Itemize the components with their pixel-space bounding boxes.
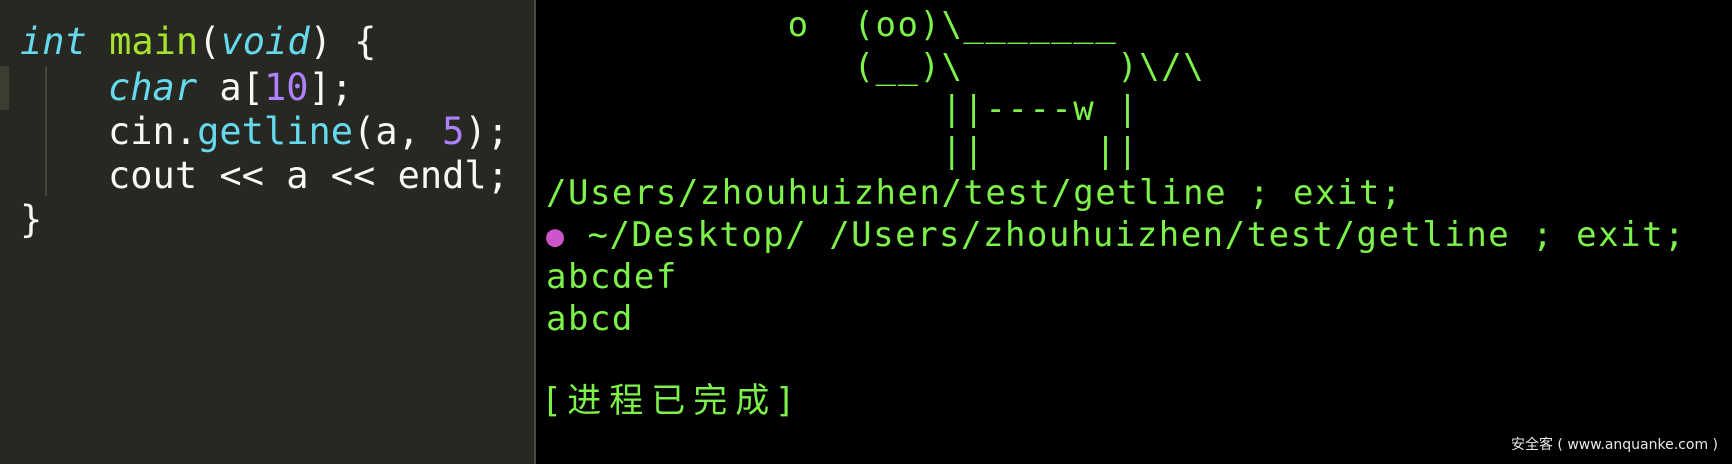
cowsay-art-line-1: o (oo)\_______ (546, 5, 1118, 45)
code-line-5: } (20, 198, 42, 242)
watermark-text: 安全客 ( www.anquanke.com ) (1510, 437, 1718, 453)
number-10: 10 (263, 66, 309, 109)
array-decl-start: a[ (197, 66, 264, 109)
keyword-int: int (20, 20, 87, 63)
terminal-prompt-line: ● ~/Desktop/ /Users/zhouhuizhen/test/get… (546, 214, 1686, 256)
cin-object: cin. (108, 110, 198, 153)
args-end: ); (464, 110, 509, 153)
code-line-4: cout << a << endl; (108, 154, 509, 198)
cout-statement: cout << a << endl; (108, 154, 509, 197)
terminal-command-line: /Users/zhouhuizhen/test/getline ; exit; (546, 173, 1403, 213)
code-line-1: int main(void) { (20, 20, 376, 64)
number-5: 5 (442, 110, 465, 153)
apple-icon: ● (546, 219, 566, 254)
current-line-marker (0, 66, 9, 110)
cowsay-art-line-3: ||----w | (546, 89, 1140, 129)
prompt-text: ~/Desktop/ /Users/zhouhuizhen/test/getli… (565, 215, 1687, 255)
terminal-pane[interactable]: o (oo)\_______ (__)\ )\/\ ||----w | || |… (536, 0, 1732, 464)
array-decl-end: ]; (308, 66, 354, 109)
code-editor-pane[interactable]: int main(void) { char a[10]; cin.getline… (0, 0, 534, 464)
keyword-void: void (220, 20, 310, 63)
closing-brace: } (20, 198, 43, 241)
getline-method: getline (197, 110, 354, 153)
indent-guide (45, 66, 47, 196)
function-name-main: main (109, 20, 199, 63)
keyword-char: char (108, 66, 198, 109)
cowsay-art-line-4: || || (546, 131, 1140, 171)
terminal-output-line: abcd (546, 299, 634, 339)
paren-close-brace: ) { (309, 20, 377, 63)
args-start: (a, (353, 110, 443, 153)
terminal-input-line: abcdef (546, 257, 678, 297)
code-line-2: char a[10]; (108, 66, 353, 110)
paren-open: ( (198, 20, 221, 63)
process-complete-status: [进程已完成] (546, 381, 799, 421)
screen: int main(void) { char a[10]; cin.getline… (0, 0, 1732, 464)
cowsay-art-line-2: (__)\ )\/\ (546, 47, 1206, 87)
code-line-3: cin.getline(a, 5); (108, 110, 509, 154)
